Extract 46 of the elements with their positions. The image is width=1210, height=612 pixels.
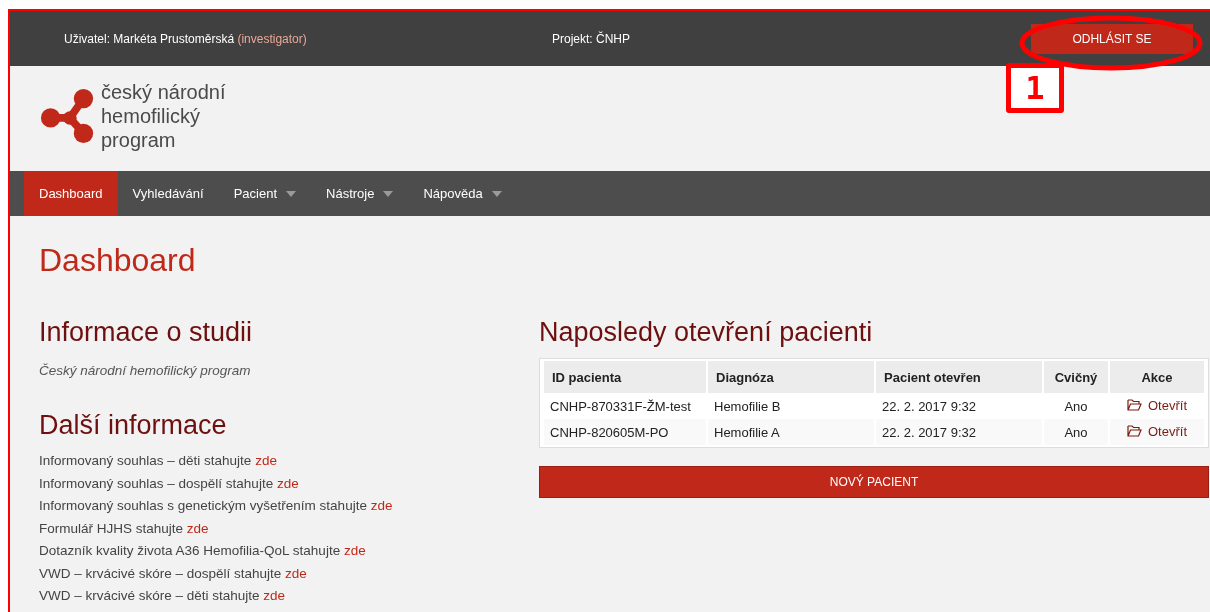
- table-cell: Ano: [1044, 419, 1108, 445]
- open-link[interactable]: Otevřít: [1127, 397, 1187, 413]
- download-line: Formulář HJHS stahujte zde: [39, 519, 210, 538]
- folder-icon: [1127, 399, 1142, 412]
- column-header: ID pacienta: [544, 361, 706, 393]
- download-line: Informovaný souhlas – děti stahujte zde: [39, 452, 278, 470]
- download-line: Dotazník kvality života A36 Hemofilia-QoL stahujte zde: [39, 542, 367, 560]
- section-heading: Další informace: [39, 409, 228, 442]
- folder-icon: [1127, 425, 1142, 438]
- nav-tab[interactable]: Pacient: [218, 171, 312, 216]
- study-name: Český národní hemofilický program: [39, 363, 252, 378]
- download-link[interactable]: zde: [263, 588, 286, 603]
- column-header: Cvičný: [1044, 361, 1108, 393]
- download-line: Informovaný souhlas – dospělí stahujte zde: [39, 474, 300, 493]
- nav-tab[interactable]: Vyhledávání: [117, 171, 219, 216]
- download-link[interactable]: zde: [343, 543, 366, 558]
- section-heading: Informace o studii: [39, 316, 254, 349]
- logout-button[interactable]: ODHLÁSIT SE: [1031, 23, 1193, 54]
- table-cell: 22. 2. 2017 9:32: [876, 419, 1042, 445]
- table-cell: Hemofilie A: [708, 419, 874, 445]
- download-line: Informovaný souhlas s genetickým vyšetřením stahujte zde: [39, 497, 394, 515]
- download-line: VWD – krvácivé skóre – děti stahujte zde: [39, 587, 287, 605]
- logo-text: český národní hemofilický program: [101, 80, 226, 152]
- callout-number: 1: [1006, 63, 1064, 113]
- table-cell-text: Hemofilie B: [713, 397, 782, 416]
- nav-tab[interactable]: Dashboard: [24, 171, 118, 216]
- download-link[interactable]: zde: [255, 453, 277, 468]
- page-title: Dashboard: [39, 242, 197, 279]
- user-info: Uživatel: Markéta Prustoměrská (investigator): [64, 31, 308, 46]
- nav-tab[interactable]: Nástroje: [311, 171, 409, 216]
- column-header: Diagnóza: [708, 361, 874, 393]
- download-link[interactable]: zde: [370, 498, 393, 513]
- table-cell-text: CNHP-870331F-ŽM-test: [549, 397, 692, 416]
- download-link[interactable]: zde: [276, 475, 299, 491]
- table-cell-text: 22. 2. 2017 9:32: [881, 397, 977, 416]
- download-link[interactable]: zde: [285, 565, 307, 581]
- new-patient-button[interactable]: NOVÝ PACIENT: [539, 466, 1209, 498]
- download-line: VWD – krvácivé skóre – dospělí stahujte zde: [39, 564, 308, 583]
- table-cell: CNHP-820605M-PO: [544, 419, 706, 445]
- column-header: Pacient otevřen: [876, 361, 1042, 393]
- nav-tab[interactable]: Nápověda: [408, 171, 517, 216]
- project-label: Projekt: ČNHP: [552, 31, 632, 46]
- table-cell-text: Ano: [1063, 397, 1089, 416]
- column-header: Akce: [1110, 361, 1204, 393]
- section-heading: Naposledy otevření pacienti: [539, 316, 874, 349]
- download-link[interactable]: zde: [186, 520, 209, 536]
